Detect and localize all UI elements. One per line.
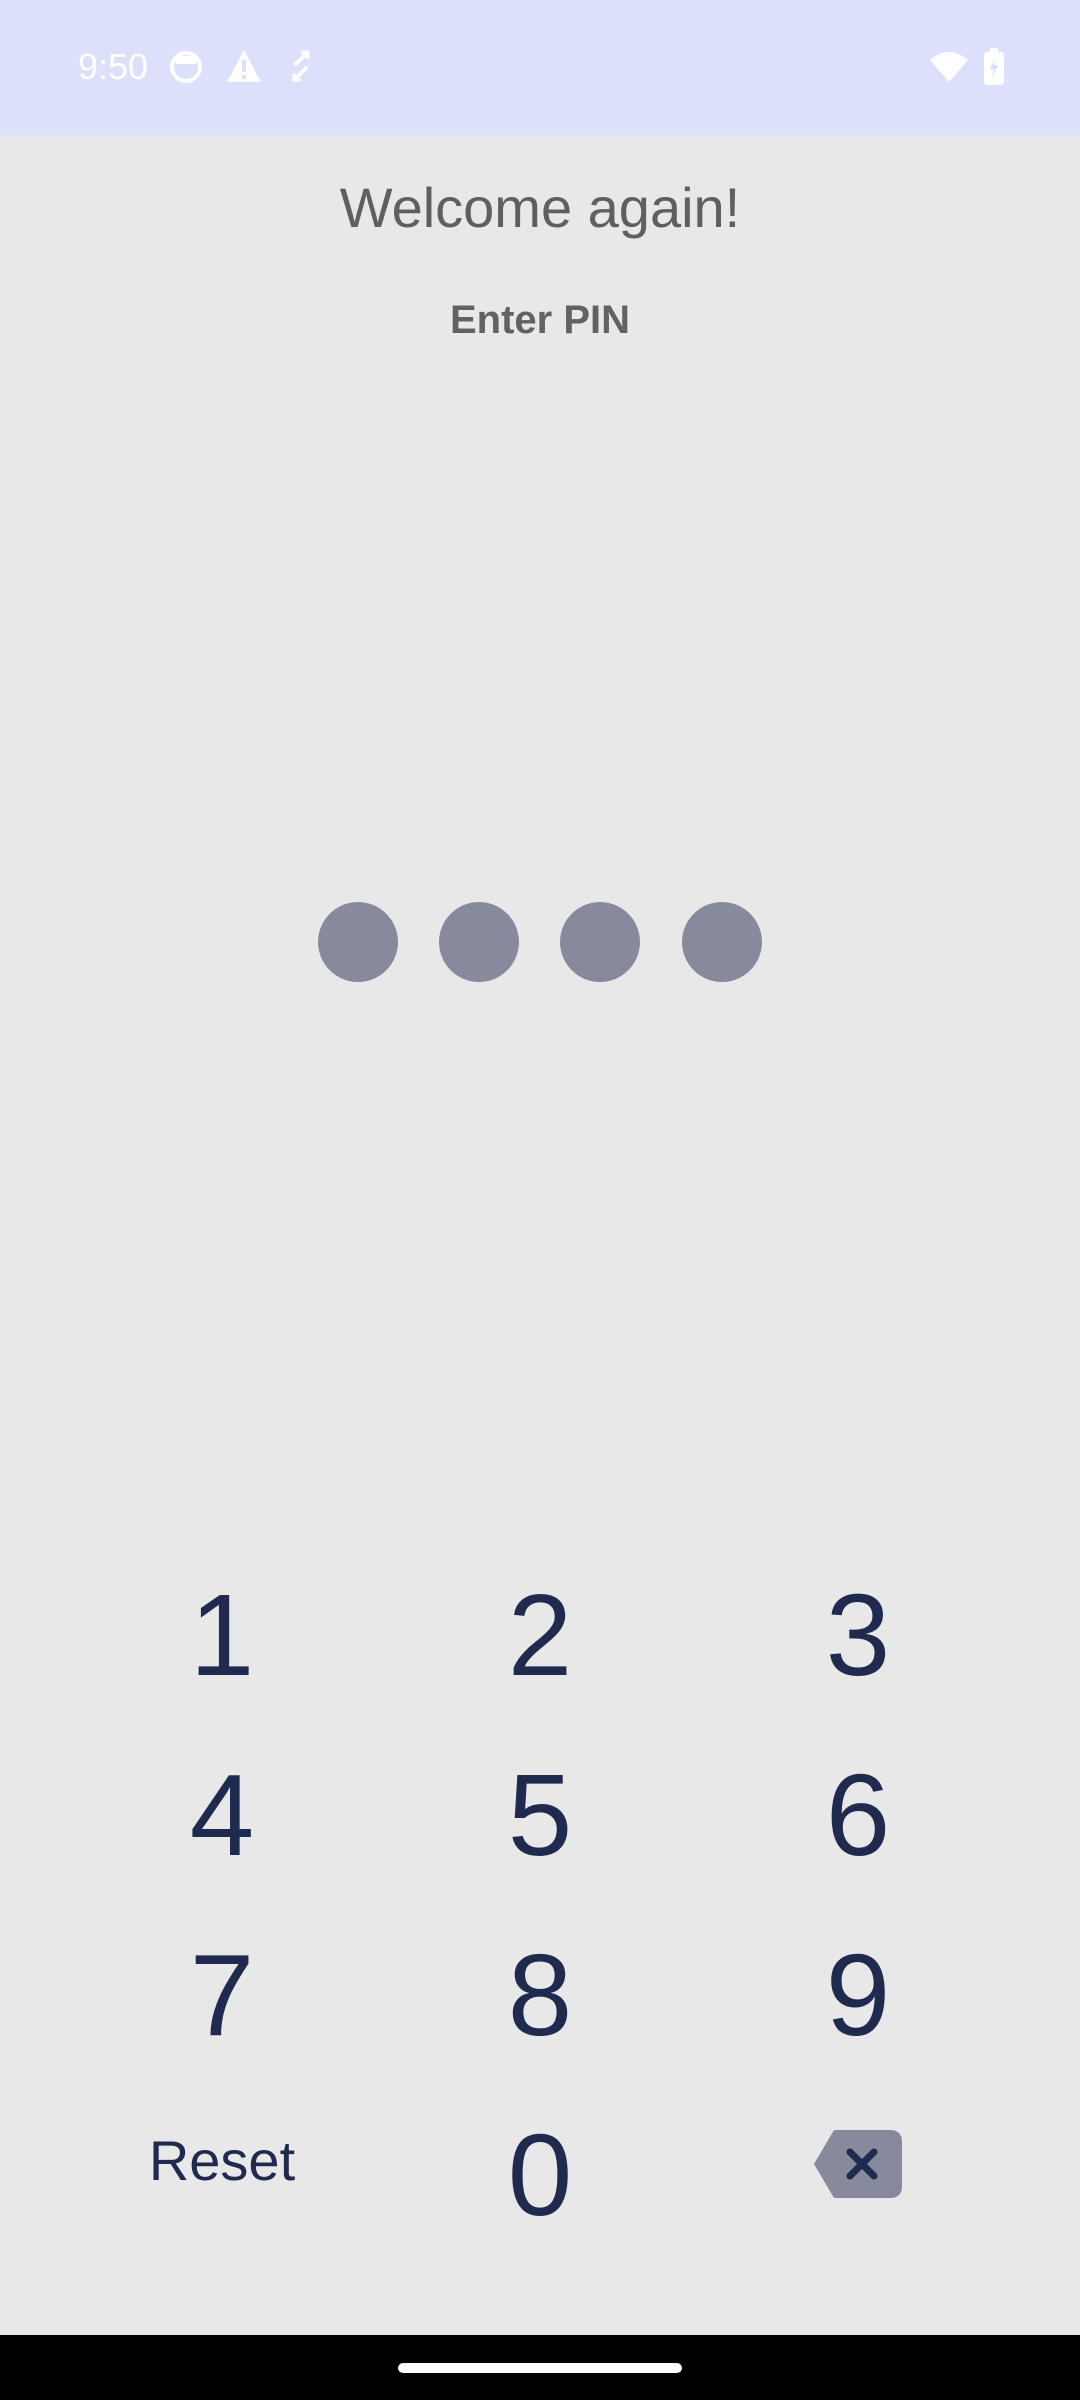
pin-dot: [439, 902, 519, 982]
key-3[interactable]: 3: [708, 1550, 1008, 1720]
pin-indicator: [318, 902, 762, 982]
backspace-icon: [812, 2093, 904, 2227]
battery-charging-icon: [982, 48, 1006, 91]
number-keypad: 1 2 3 4 5 6 7 8 9 Reset 0: [0, 1550, 1080, 2270]
sync-icon: [288, 48, 314, 89]
backspace-button[interactable]: [708, 2075, 1008, 2245]
key-1[interactable]: 1: [72, 1550, 372, 1720]
key-5[interactable]: 5: [390, 1730, 690, 1900]
key-2[interactable]: 2: [390, 1550, 690, 1720]
home-handle[interactable]: [398, 2363, 682, 2373]
key-7[interactable]: 7: [72, 1910, 372, 2080]
pin-screen: Welcome again! Enter PIN 1 2 3 4 5 6 7 8…: [0, 135, 1080, 2335]
key-8[interactable]: 8: [390, 1910, 690, 2080]
key-4[interactable]: 4: [72, 1730, 372, 1900]
face-icon: [168, 48, 204, 89]
key-0[interactable]: 0: [390, 2090, 690, 2260]
wifi-icon: [928, 48, 970, 89]
welcome-title: Welcome again!: [339, 176, 741, 239]
status-time: 9:50: [78, 46, 149, 87]
status-bar: 9:50: [0, 0, 1080, 135]
pin-dot: [682, 902, 762, 982]
pin-dot: [318, 902, 398, 982]
key-9[interactable]: 9: [708, 1910, 1008, 2080]
pin-dot: [560, 902, 640, 982]
navigation-bar: [0, 2335, 1080, 2400]
reset-button[interactable]: Reset: [72, 2075, 372, 2245]
enter-pin-label: Enter PIN: [449, 298, 631, 342]
alert-icon: [225, 48, 263, 89]
key-6[interactable]: 6: [708, 1730, 1008, 1900]
